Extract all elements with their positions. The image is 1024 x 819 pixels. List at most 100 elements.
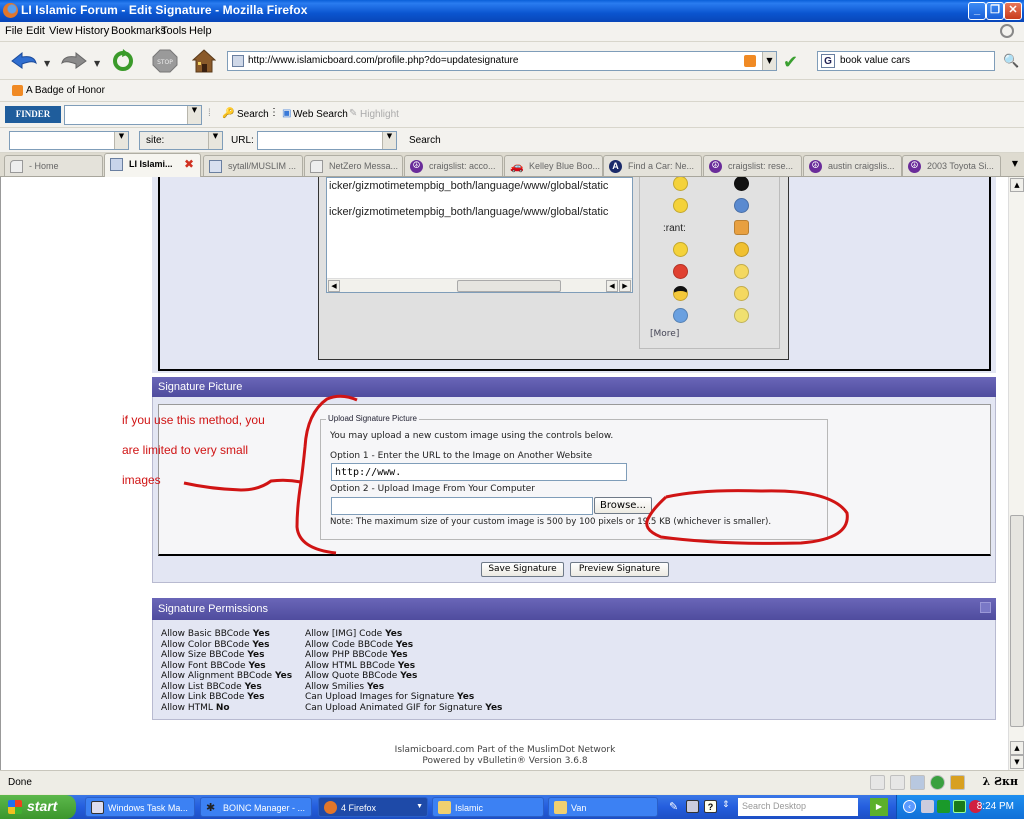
chevron-down-icon[interactable]: ▼ — [187, 106, 201, 124]
lock-icon[interactable] — [870, 775, 885, 790]
permission-value: Yes — [252, 639, 270, 650]
minimize-button[interactable]: _ — [968, 2, 986, 20]
menu-tools[interactable]: Tools — [161, 25, 187, 37]
permission-row: Allow Smilies Yes — [305, 682, 502, 693]
network-icon[interactable] — [937, 800, 950, 813]
permission-label: Allow Smilies — [305, 681, 365, 692]
search-bar[interactable]: G book value cars — [817, 51, 995, 71]
task-firefox-group[interactable]: 4 Firefox ▼ — [318, 797, 428, 817]
search-magnifier-icon[interactable]: 🔍 — [1003, 54, 1019, 69]
url-bar[interactable]: http://www.islamicboard.com/profile.php?… — [227, 51, 777, 71]
forward-icon[interactable] — [60, 49, 88, 73]
reload-icon[interactable] — [110, 49, 136, 73]
tab-sytall-muslim[interactable]: sytall/MUSLIM ... — [203, 155, 303, 176]
preview-signature-button[interactable]: Preview Signature — [570, 562, 669, 577]
go-checkmark-icon[interactable]: ✔ — [783, 52, 798, 73]
page-icon — [310, 160, 323, 173]
scroll-up-icon[interactable]: ▲ — [1010, 178, 1024, 192]
tab-craigslist-rese[interactable]: ☮ craigslist: rese... — [703, 155, 802, 176]
search-options-icon[interactable]: ⋮ — [269, 107, 279, 118]
toolbar-grip-icon: ⁞ — [208, 108, 211, 119]
back-history-dropdown[interactable]: ▼ — [44, 59, 50, 68]
extension-icon[interactable] — [950, 775, 965, 790]
tab-home[interactable]: - Home — [4, 155, 103, 176]
tray-expand-icon[interactable]: ‹ — [903, 800, 916, 813]
tab-craigslist-acco[interactable]: ☮ craigslist: acco... — [404, 155, 503, 176]
tab-2003-toyota[interactable]: ☮ 2003 Toyota Si... — [902, 155, 1001, 176]
rss-icon — [12, 85, 23, 96]
menu-view[interactable]: View — [49, 25, 73, 37]
finder-search-button[interactable]: Search — [237, 109, 269, 120]
stop-icon[interactable]: STOP — [152, 49, 178, 73]
desktop-search-input[interactable]: Search Desktop — [738, 798, 858, 816]
menu-edit[interactable]: Edit — [26, 25, 45, 37]
task-manager-icon — [91, 801, 104, 814]
chevron-down-icon[interactable]: ▼ — [114, 132, 128, 149]
menu-file[interactable]: File — [5, 25, 23, 37]
restore-button[interactable]: ❐ — [986, 2, 1004, 20]
extension-label[interactable]: λ Ƨкн — [983, 775, 1018, 788]
back-icon[interactable] — [10, 49, 38, 73]
quicklaunch-display-icon[interactable] — [686, 800, 699, 813]
task-van-folder[interactable]: Van — [548, 797, 658, 817]
tab-austin-craigslist[interactable]: ☮ austin craigslis... — [803, 155, 902, 176]
desktop-search-go-button[interactable]: ▶ — [870, 798, 888, 816]
permission-label: Allow Font BBCode — [161, 660, 246, 671]
search-query[interactable]: book value cars — [840, 55, 910, 66]
quicklaunch-help-icon[interactable]: ? — [704, 800, 717, 813]
url-combo[interactable]: ▼ — [257, 131, 397, 150]
chevron-down-icon[interactable]: ▼ — [382, 132, 396, 149]
permission-value: Yes — [366, 681, 385, 692]
finder-logo[interactable]: FINDER — [5, 106, 61, 123]
collapse-icon[interactable] — [980, 602, 991, 613]
tab-kelley-blue-book[interactable]: 🚗 Kelley Blue Boo... — [504, 155, 603, 176]
menu-help[interactable]: Help — [189, 25, 212, 37]
save-signature-button[interactable]: Save Signature — [481, 562, 564, 577]
scroll-down-icon[interactable]: ▼ — [1010, 755, 1024, 769]
permission-value: Yes — [395, 639, 414, 650]
search-terms-combo[interactable]: ▼ — [9, 131, 129, 150]
web-search-button[interactable]: Web Search — [293, 109, 348, 120]
home-icon[interactable] — [192, 49, 216, 73]
url-dropdown-icon[interactable]: ▼ — [762, 52, 776, 70]
close-tab-icon[interactable]: ✖ — [184, 157, 194, 171]
scroll-up-icon[interactable]: ▲ — [1010, 741, 1024, 755]
url-label: URL: — [231, 135, 254, 146]
quicklaunch-expand-icon[interactable]: ⇕ — [722, 800, 735, 813]
download-icon[interactable] — [890, 775, 905, 790]
task-islamic-folder[interactable]: Islamic — [432, 797, 544, 817]
peace-icon: ☮ — [709, 160, 722, 173]
group-dropdown-icon[interactable]: ▼ — [416, 803, 423, 810]
forward-history-dropdown[interactable]: ▼ — [94, 59, 100, 68]
chevron-down-icon[interactable]: ▼ — [208, 132, 222, 149]
finder-search-combo[interactable]: ▼ — [64, 105, 202, 125]
toolbar-search-button[interactable]: Search — [409, 135, 441, 146]
wireless-icon[interactable] — [921, 800, 934, 813]
svg-text:STOP: STOP — [157, 59, 173, 66]
search-engine-icon[interactable]: G — [821, 54, 835, 68]
tab-find-a-car[interactable]: A Find a Car: Ne... — [603, 155, 702, 176]
bookmark-badge-of-honor[interactable]: A Badge of Honor — [26, 85, 105, 96]
footer-powered-by: Powered by vBulletin® Version 3.6.8 — [422, 756, 588, 766]
green-globe-icon[interactable] — [930, 775, 945, 790]
site-combo[interactable]: site: ▼ — [139, 131, 223, 150]
highlight-button[interactable]: Highlight — [360, 109, 399, 120]
tab-li-islamic[interactable]: LI Islami... ✖ — [104, 153, 201, 177]
permission-label: Allow Link BBCode — [161, 692, 245, 702]
start-button[interactable]: start — [0, 795, 76, 819]
menu-bookmarks[interactable]: Bookmarks — [111, 25, 166, 37]
menu-history[interactable]: History — [75, 25, 109, 37]
annotation-arrow-stroke — [183, 478, 302, 492]
screen-icon[interactable] — [910, 775, 925, 790]
scroll-thumb[interactable] — [1010, 515, 1024, 727]
page-vertical-scrollbar[interactable]: ▲ ▲ ▼ — [1008, 177, 1024, 770]
signal-icon[interactable] — [953, 800, 966, 813]
url-text[interactable]: http://www.islamicboard.com/profile.php?… — [248, 55, 518, 66]
tab-netzero[interactable]: NetZero Messa... — [304, 155, 403, 176]
task-windows-task-manager[interactable]: Windows Task Ma... — [85, 797, 195, 817]
close-window-button[interactable]: ✕ — [1004, 2, 1022, 20]
quicklaunch-pen-icon[interactable]: ✎ — [669, 800, 682, 813]
rss-feed-icon[interactable] — [744, 55, 756, 67]
task-boinc-manager[interactable]: ✱ BOINC Manager - ... — [200, 797, 312, 817]
tab-list-dropdown-icon[interactable]: ▼ — [1012, 159, 1018, 168]
